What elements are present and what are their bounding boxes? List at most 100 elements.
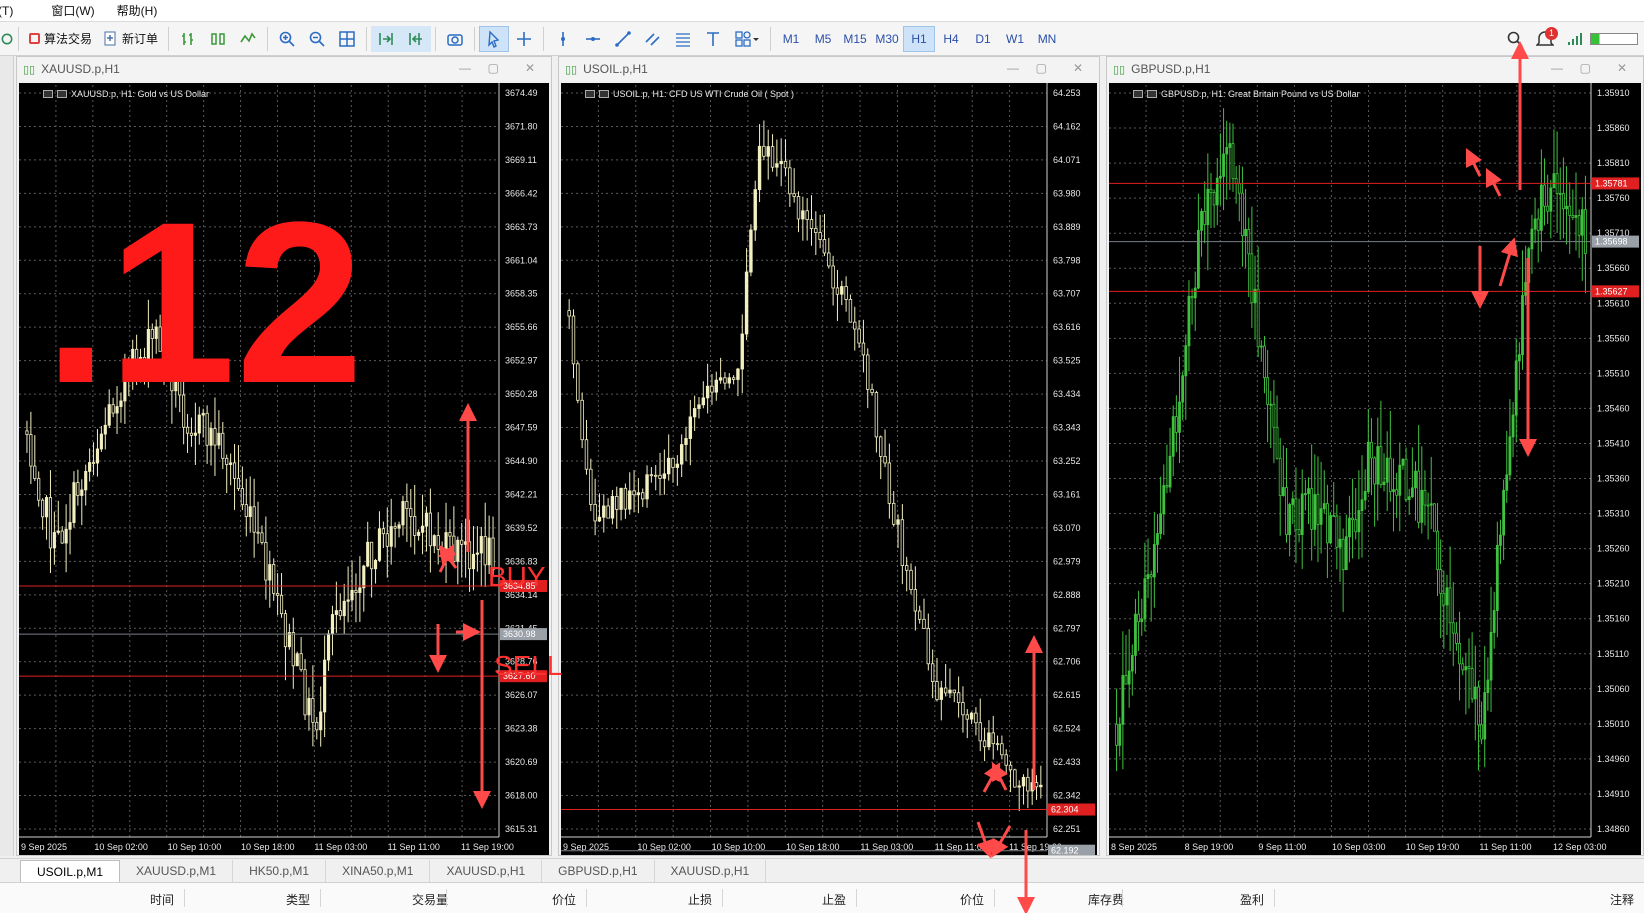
chart-symbol-label: GBPUSD.p, H1: Great Britain Pound vs US … — [1133, 89, 1360, 99]
candle-body — [1241, 192, 1244, 237]
chart-shift-icon[interactable] — [401, 25, 432, 52]
column-header[interactable]: 止损 — [688, 891, 712, 908]
signal-strength-icon[interactable] — [1560, 26, 1590, 52]
column-header[interactable]: 注释 — [1610, 891, 1634, 908]
algo-trading-button[interactable]: 算法交易 — [23, 26, 98, 52]
screenshot-icon[interactable] — [440, 26, 470, 52]
timeframe-m30[interactable]: M30 — [871, 26, 903, 52]
candle-body — [1385, 457, 1389, 483]
close-icon[interactable]: ✕ — [1073, 61, 1083, 75]
candle-body — [1140, 618, 1144, 623]
menu-tools[interactable]: (T) — [0, 4, 27, 18]
menu-window[interactable]: 窗口(W) — [27, 2, 108, 19]
candle-body — [1303, 493, 1307, 496]
column-header[interactable]: 止盈 — [822, 891, 846, 908]
minimize-icon[interactable]: — — [1007, 61, 1019, 75]
tab-xina50-p-m1[interactable]: XINA50.p,M1 — [326, 860, 431, 882]
navigator-collapsed-strip[interactable] — [0, 56, 14, 856]
tab-xauusd-p-h1[interactable]: XAUUSD.p,H1 — [655, 860, 767, 882]
column-header[interactable]: 价位 — [960, 891, 984, 908]
minimize-icon[interactable]: — — [459, 61, 471, 75]
trendline-icon[interactable] — [608, 26, 638, 52]
bar-chart-icon[interactable] — [173, 26, 203, 52]
candle-body — [424, 512, 429, 527]
connection-status-bar[interactable] — [1590, 32, 1638, 45]
timeframe-d1[interactable]: D1 — [967, 26, 999, 52]
candle-body — [576, 363, 580, 401]
fibonacci-icon[interactable] — [668, 26, 698, 52]
candle-body — [213, 428, 217, 446]
y-tick-label: 1.35110 — [1597, 649, 1629, 659]
chart-window-xauusd[interactable]: ▯▯ XAUUSD.p,H1 — ▢ ✕ 3674.49 3671.80 3669.… — [16, 56, 552, 856]
chart-window-gbpusd[interactable]: ▯▯ GBPUSD.p,H1 — ▢ ✕ 1.35910 1.35860 1.358… — [1106, 56, 1644, 856]
vertical-line-icon[interactable] — [548, 26, 578, 52]
candle-body — [892, 502, 896, 525]
auto-scroll-icon[interactable] — [371, 25, 402, 52]
zoom-in-icon[interactable] — [272, 26, 302, 52]
new-order-button[interactable]: 新订单 — [98, 26, 164, 52]
timeframe-m1[interactable]: M1 — [775, 26, 807, 52]
candle-body — [666, 457, 671, 475]
cursor-icon[interactable] — [479, 25, 510, 52]
timeframe-h4[interactable]: H4 — [935, 26, 967, 52]
candle-body — [1539, 184, 1543, 231]
candle-body — [1338, 538, 1342, 548]
candle-body — [1379, 446, 1383, 485]
stop-square-icon — [29, 33, 40, 44]
timeframe-mn[interactable]: MN — [1031, 26, 1063, 52]
horizontal-line-icon[interactable] — [578, 26, 608, 52]
y-tick-label: 63.070 — [1053, 523, 1081, 533]
candle-body — [1219, 176, 1222, 179]
column-divider — [1274, 889, 1275, 907]
chart-window-usoil[interactable]: ▯▯ USOIL.p,H1 — ▢ ✕ 64.253 64.162 64.071 63… — [558, 56, 1100, 856]
x-tick-label: 8 Sep 2025 — [1111, 842, 1157, 852]
close-icon[interactable]: ✕ — [1617, 61, 1627, 75]
candle-body — [84, 470, 88, 491]
y-tick-label: 1.35460 — [1597, 403, 1630, 413]
tab-hk50-p-m1[interactable]: HK50.p,M1 — [233, 860, 327, 882]
timeframe-m15[interactable]: M15 — [839, 26, 871, 52]
chart-type-icon — [57, 90, 67, 98]
tile-windows-icon[interactable] — [332, 26, 362, 52]
zoom-out-icon[interactable] — [302, 26, 332, 52]
chart-plot-area[interactable]: 64.253 64.162 64.071 63.980 63.889 63.798 63.7… — [561, 83, 1097, 855]
candle-body — [1417, 470, 1421, 523]
close-icon[interactable]: ✕ — [525, 61, 535, 75]
search-icon[interactable] — [1500, 26, 1530, 52]
crosshair-icon[interactable] — [509, 26, 539, 52]
tab-xauusd-p-h1[interactable]: XAUUSD.p,H1 — [430, 860, 543, 882]
column-header[interactable]: 交易量 — [412, 891, 448, 908]
column-header[interactable]: 类型 — [286, 891, 310, 908]
channel-icon[interactable] — [638, 26, 668, 52]
timeframe-w1[interactable]: W1 — [999, 26, 1031, 52]
column-header[interactable]: 库存费 — [1088, 891, 1124, 908]
timeframe-h1[interactable]: H1 — [903, 25, 936, 52]
tab-usoil-p-m1[interactable]: USOIL.p,M1 — [20, 860, 121, 882]
timeframe-m5[interactable]: M5 — [807, 26, 839, 52]
minimize-icon[interactable]: — — [1551, 61, 1563, 75]
menu-help[interactable]: 帮助(H) — [109, 2, 172, 19]
candle-body — [775, 163, 779, 168]
y-tick-label: 1.35510 — [1597, 368, 1630, 378]
y-tick-label: 63.161 — [1053, 489, 1081, 499]
connection-icon[interactable] — [0, 26, 14, 52]
candle-body — [56, 530, 60, 533]
tab-gbpusd-p-h1[interactable]: GBPUSD.p,H1 — [542, 860, 655, 882]
tab-xauusd-p-m1[interactable]: XAUUSD.p,M1 — [120, 860, 234, 882]
line-chart-icon[interactable] — [233, 26, 263, 52]
candle-body — [1168, 455, 1172, 488]
maximize-icon[interactable]: ▢ — [1580, 61, 1591, 75]
candlestick-icon[interactable] — [203, 26, 233, 52]
shapes-icon[interactable] — [728, 26, 766, 52]
column-header[interactable]: 盈利 — [1240, 891, 1264, 908]
maximize-icon[interactable]: ▢ — [488, 61, 499, 75]
chart-plot-area[interactable]: 1.35910 1.35860 1.35810 1.35760 1.35710 1.356… — [1109, 83, 1641, 855]
chart-plot-area[interactable]: 3674.49 3671.80 3669.11 3666.42 3663.73 3661.… — [19, 83, 549, 855]
column-header[interactable]: 时间 — [150, 891, 174, 908]
column-header[interactable]: 价位 — [552, 891, 576, 908]
candle-body — [326, 633, 331, 661]
text-tool-icon[interactable] — [698, 26, 728, 52]
notifications-icon[interactable]: 1 — [1530, 26, 1560, 52]
candle-body — [1127, 670, 1131, 685]
maximize-icon[interactable]: ▢ — [1036, 61, 1047, 75]
